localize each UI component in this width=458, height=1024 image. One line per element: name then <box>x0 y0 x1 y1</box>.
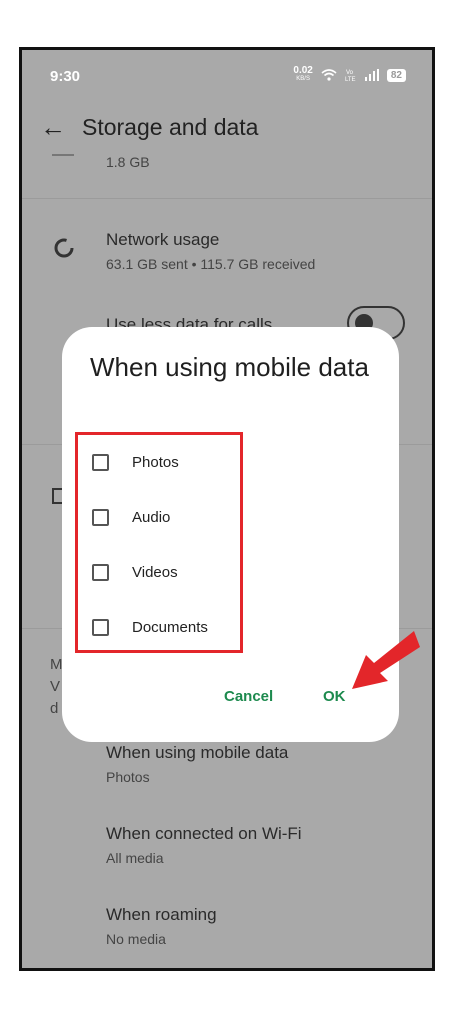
storage-icon <box>52 154 74 156</box>
option-documents[interactable]: Documents <box>92 619 208 636</box>
left-letter: M <box>50 656 63 673</box>
wifi-icon <box>321 69 337 81</box>
wifi-value: All media <box>106 850 164 866</box>
status-icons: 0.02 KB/S Vo LTE 82 <box>293 66 406 84</box>
roaming-title[interactable]: When roaming <box>106 905 217 925</box>
option-label: Audio <box>132 509 171 526</box>
option-videos[interactable]: Videos <box>92 564 178 581</box>
battery-icon: 82 <box>386 68 406 82</box>
network-usage-icon <box>54 238 74 258</box>
option-photos[interactable]: Photos <box>92 454 179 471</box>
annotation-arrow-icon <box>352 631 420 689</box>
roaming-value: No media <box>106 931 166 947</box>
page-title: Storage and data <box>82 114 259 140</box>
option-label: Videos <box>132 564 178 581</box>
checkbox[interactable] <box>92 564 109 581</box>
cancel-button[interactable]: Cancel <box>224 688 273 705</box>
checkbox[interactable] <box>92 509 109 526</box>
net-speed-value: 0.02 <box>293 65 313 76</box>
back-arrow-icon[interactable]: ← <box>40 112 66 143</box>
divider <box>22 198 432 199</box>
dialog-title: When using mobile data <box>90 352 369 382</box>
network-usage-detail: 63.1 GB sent • 115.7 GB received <box>106 256 316 272</box>
svg-text:LTE: LTE <box>345 77 356 82</box>
net-speed: 0.02 KB/S <box>293 66 312 84</box>
phone-screen: 9:30 0.02 KB/S Vo LTE 82 ← Storage and d… <box>19 47 435 971</box>
network-usage-title[interactable]: Network usage <box>106 230 219 250</box>
left-letter: d <box>50 700 59 717</box>
volte-icon: Vo LTE <box>345 70 356 82</box>
wifi-title[interactable]: When connected on Wi-Fi <box>106 824 302 844</box>
checkbox[interactable] <box>92 619 109 636</box>
left-letter: V <box>50 678 61 695</box>
checkbox[interactable] <box>92 454 109 471</box>
storage-size: 1.8 GB <box>106 154 150 170</box>
mobile-data-title[interactable]: When using mobile data <box>106 743 288 763</box>
status-time: 9:30 <box>50 68 81 85</box>
option-audio[interactable]: Audio <box>92 509 170 526</box>
option-label: Photos <box>132 454 179 471</box>
mobile-data-value: Photos <box>106 769 150 785</box>
net-speed-unit: KB/S <box>296 76 310 82</box>
svg-text:Vo: Vo <box>346 70 354 76</box>
option-label: Documents <box>132 619 208 636</box>
signal-icon <box>364 69 379 81</box>
